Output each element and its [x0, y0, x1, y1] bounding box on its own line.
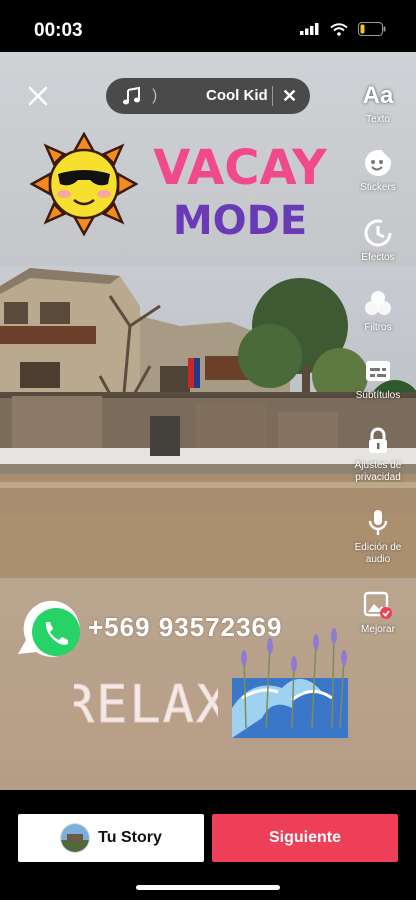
vacay-mode-sticker[interactable]: VACAY MODE [140, 138, 350, 248]
captions-icon [366, 361, 390, 381]
whatsapp-sticker[interactable] [12, 600, 92, 670]
close-icon [28, 86, 48, 106]
home-indicator[interactable] [136, 885, 280, 890]
tool-privacy[interactable]: Ajustes de privacidad [346, 426, 410, 484]
lock-icon [369, 427, 387, 453]
text-icon: Aa [362, 82, 394, 109]
tool-enhance[interactable]: Mejorar [346, 590, 410, 636]
tool-effects-label: Efectos [361, 252, 395, 263]
tool-effects[interactable]: Efectos [346, 218, 410, 264]
tu-story-label: Tu Story [98, 829, 162, 846]
tool-text-label: Texto [366, 114, 390, 125]
tool-audio-edit[interactable]: Edición de audio [346, 508, 410, 566]
story-canvas[interactable]: ) Cool Kid ✕ VACAY MODE Aa Texto Sticker… [0, 52, 416, 790]
music-divider [272, 86, 273, 106]
music-selector[interactable]: ) Cool Kid ✕ [106, 78, 310, 114]
status-time: 00:03 [34, 20, 83, 41]
signal-icon [300, 23, 319, 35]
vacay-word: VACAY [153, 140, 328, 196]
avatar [60, 823, 91, 853]
tool-enhance-label: Mejorar [361, 624, 395, 635]
mode-word: MODE [173, 198, 307, 244]
wifi-icon [330, 22, 348, 36]
battery-icon [358, 22, 386, 36]
wave-lavender-sticker[interactable] [232, 628, 354, 740]
tool-privacy-label: Ajustes de privacidad [354, 460, 402, 483]
relax-word: RELAX [74, 675, 218, 735]
tool-filters-label: Filtros [364, 322, 392, 333]
tool-stickers-label: Stickers [360, 182, 396, 193]
music-title: Cool Kid [206, 87, 268, 104]
tool-filters[interactable]: Filtros [346, 288, 410, 334]
relax-sticker[interactable]: RELAX [74, 666, 218, 738]
tool-stickers[interactable]: Stickers [346, 148, 410, 194]
status-icons [300, 22, 386, 36]
tool-captions-label: Subtítulos [355, 390, 401, 401]
remove-music-button[interactable]: ✕ [282, 86, 297, 107]
music-scroll-marker: ) [152, 87, 158, 104]
effects-icon [364, 219, 392, 247]
mic-icon [368, 510, 388, 535]
tool-text[interactable]: Aa Texto [346, 82, 410, 126]
tu-story-button[interactable]: Tu Story [18, 814, 204, 862]
close-button[interactable] [26, 84, 50, 108]
tool-audio-edit-label: Edición de audio [354, 542, 402, 565]
filters-icon [365, 291, 391, 315]
sticker-icon [365, 150, 391, 176]
siguiente-button[interactable]: Siguiente [212, 814, 398, 862]
sun-sticker[interactable] [28, 132, 140, 236]
bottom-action-bar: Tu Story Siguiente [0, 790, 416, 900]
enhance-icon [363, 591, 392, 619]
tool-captions[interactable]: Subtítulos [346, 356, 410, 402]
status-bar: 00:03 [0, 0, 416, 52]
music-note-icon [123, 86, 140, 105]
